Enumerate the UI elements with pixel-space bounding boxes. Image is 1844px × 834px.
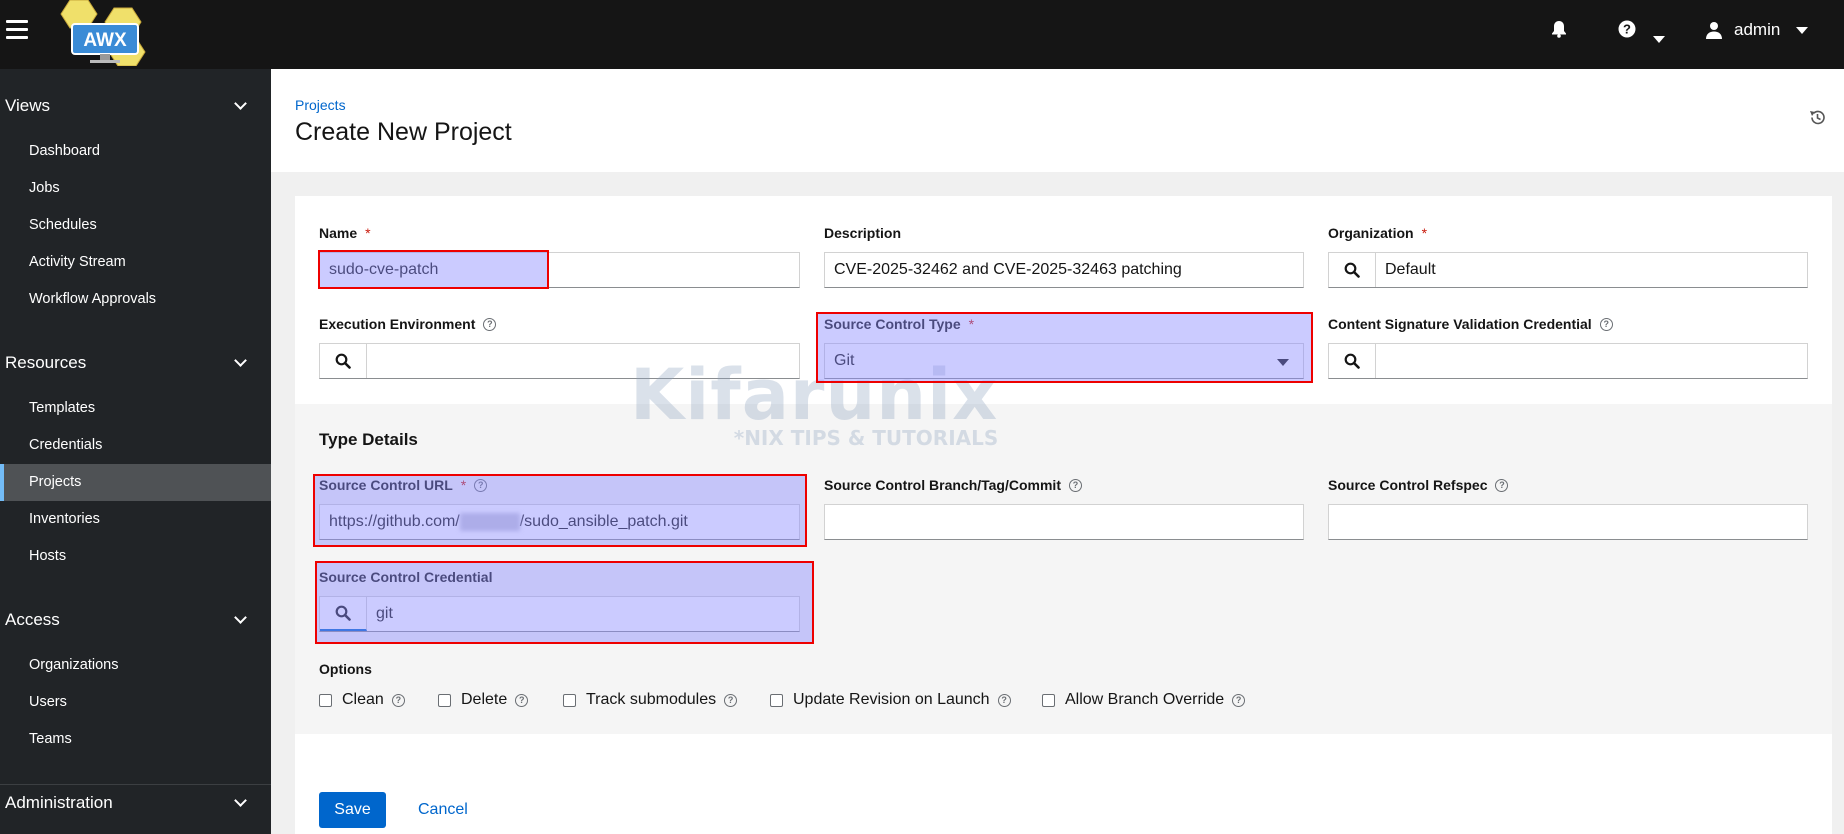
checkbox[interactable] xyxy=(1042,693,1055,707)
history-icon[interactable] xyxy=(1809,109,1826,131)
nav-group-administration[interactable]: Administration xyxy=(5,793,247,813)
sidebar-item-hosts[interactable]: Hosts xyxy=(0,538,271,575)
sidebar: Views Dashboard Jobs Schedules Activity … xyxy=(0,69,271,834)
sidebar-item-teams[interactable]: Teams xyxy=(0,721,271,758)
search-icon[interactable] xyxy=(1329,344,1376,378)
checkbox[interactable] xyxy=(319,693,332,707)
caret-down-icon xyxy=(1277,359,1289,366)
user-name: admin xyxy=(1734,20,1781,39)
sidebar-item-dashboard[interactable]: Dashboard xyxy=(0,133,271,170)
help-icon[interactable]: ? xyxy=(474,478,488,492)
sidebar-item-projects[interactable]: Projects xyxy=(0,464,271,501)
source-control-type-select[interactable]: Git xyxy=(824,343,1304,379)
source-control-credential-label: Source Control Credential xyxy=(319,569,493,585)
checkbox[interactable] xyxy=(438,693,451,707)
source-control-branch-label: Source Control Branch/Tag/Commit? xyxy=(824,477,1082,493)
help-icon[interactable]: ? xyxy=(483,317,497,331)
nav-group-resources[interactable]: Resources xyxy=(5,353,247,373)
source-control-branch-input[interactable] xyxy=(824,504,1304,540)
search-icon[interactable] xyxy=(1329,253,1376,287)
sidebar-item-activity-stream[interactable]: Activity Stream xyxy=(0,244,271,281)
cancel-button[interactable]: Cancel xyxy=(412,792,474,828)
help-icon[interactable]: ? xyxy=(1495,478,1509,492)
chevron-down-icon xyxy=(234,794,247,807)
options-label: Options xyxy=(319,661,372,677)
sidebar-item-credentials[interactable]: Credentials xyxy=(0,427,271,464)
type-details-panel xyxy=(295,404,1832,734)
content-signature-label: Content Signature Validation Credential? xyxy=(1328,316,1613,332)
sidebar-item-organizations[interactable]: Organizations xyxy=(0,647,271,684)
hamburger-menu-icon[interactable] xyxy=(6,20,28,40)
help-icon[interactable]: ? xyxy=(1232,693,1246,707)
source-control-refspec-input[interactable] xyxy=(1328,504,1808,540)
help-icon[interactable]: ? xyxy=(1599,317,1613,331)
sidebar-item-users[interactable]: Users xyxy=(0,684,271,721)
source-control-url-input[interactable]: https://github.com//sudo_ansible_patch.g… xyxy=(319,504,800,540)
organization-lookup[interactable]: Default xyxy=(1328,252,1808,288)
help-icon[interactable]: ? xyxy=(515,693,529,707)
content-signature-lookup[interactable] xyxy=(1328,343,1808,379)
user-menu[interactable]: admin xyxy=(1706,20,1809,40)
description-input[interactable]: CVE-2025-32462 and CVE-2025-32463 patchi… xyxy=(824,252,1304,288)
sidebar-item-jobs[interactable]: Jobs xyxy=(0,170,271,207)
help-icon[interactable]: ? xyxy=(1068,478,1082,492)
sidebar-item-inventories[interactable]: Inventories xyxy=(0,501,271,538)
bell-icon[interactable] xyxy=(1551,20,1567,43)
checkbox[interactable] xyxy=(770,693,783,707)
source-control-type-label: Source Control Type * xyxy=(824,316,975,332)
chevron-down-icon xyxy=(234,97,247,110)
page-title: Create New Project xyxy=(295,118,512,146)
svg-text:?: ? xyxy=(1623,22,1631,37)
page-header: Projects Create New Project xyxy=(271,69,1844,172)
save-button[interactable]: Save xyxy=(319,792,386,828)
checkbox[interactable] xyxy=(563,693,576,707)
breadcrumb[interactable]: Projects xyxy=(295,97,346,113)
chevron-down-icon xyxy=(234,354,247,367)
sidebar-divider xyxy=(0,784,271,785)
organization-label: Organization * xyxy=(1328,225,1428,241)
help-icon[interactable]: ? xyxy=(997,693,1011,707)
execution-environment-label: Execution Environment? xyxy=(319,316,497,332)
option-delete[interactable]: Delete? xyxy=(438,691,529,709)
sidebar-item-workflow-approvals[interactable]: Workflow Approvals xyxy=(0,281,271,318)
help-icon[interactable]: ? xyxy=(724,693,738,707)
source-control-refspec-label: Source Control Refspec? xyxy=(1328,477,1509,493)
search-icon[interactable] xyxy=(320,344,367,378)
user-dropdown-caret-icon xyxy=(1796,26,1809,34)
chevron-down-icon xyxy=(234,611,247,624)
execution-environment-lookup[interactable] xyxy=(319,343,800,379)
option-allow-branch-override[interactable]: Allow Branch Override? xyxy=(1042,691,1246,709)
description-label: Description xyxy=(824,225,902,241)
name-input[interactable]: sudo-cve-patch xyxy=(319,252,800,288)
awx-logo[interactable]: AWX xyxy=(52,0,152,67)
option-track-submodules[interactable]: Track submodules? xyxy=(563,691,738,709)
name-label: Name * xyxy=(319,225,371,241)
sidebar-item-schedules[interactable]: Schedules xyxy=(0,207,271,244)
nav-group-views[interactable]: Views xyxy=(5,96,247,116)
source-control-credential-lookup[interactable]: git xyxy=(319,596,800,632)
nav-group-access[interactable]: Access xyxy=(5,610,247,630)
source-control-url-label: Source Control URL *? xyxy=(319,477,488,493)
help-dropdown-caret-icon[interactable] xyxy=(1653,26,1665,48)
search-icon[interactable] xyxy=(320,597,367,631)
help-icon[interactable]: ? xyxy=(391,693,405,707)
masthead: AWX ? admin xyxy=(0,0,1844,69)
option-clean[interactable]: Clean? xyxy=(319,691,405,709)
redacted-username xyxy=(459,513,520,531)
logo-text: AWX xyxy=(83,30,127,51)
question-circle-icon[interactable]: ? xyxy=(1618,20,1636,43)
type-details-title: Type Details xyxy=(319,430,418,449)
option-update-revision-on-launch[interactable]: Update Revision on Launch? xyxy=(770,691,1011,709)
sidebar-item-templates[interactable]: Templates xyxy=(0,390,271,427)
user-icon xyxy=(1706,22,1722,39)
